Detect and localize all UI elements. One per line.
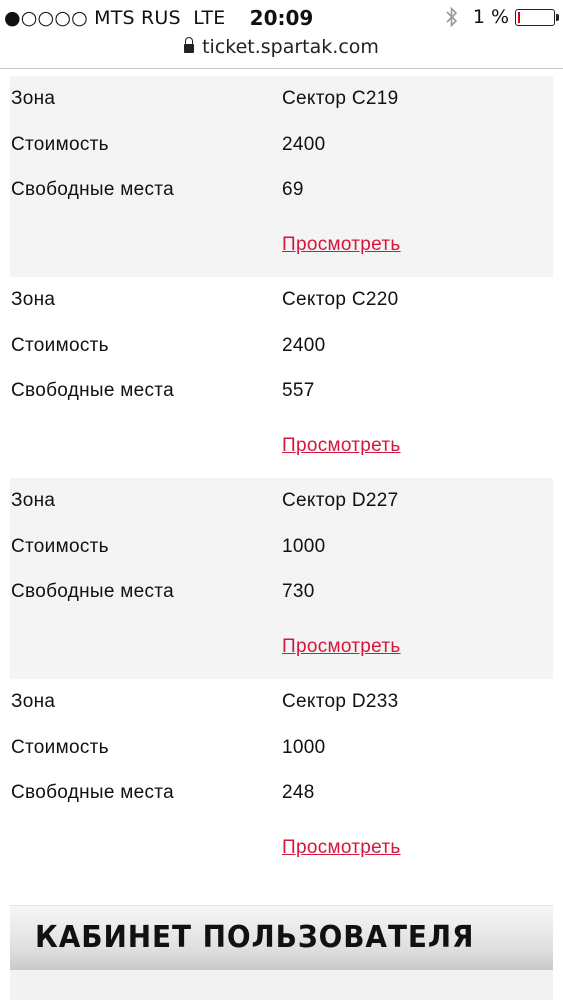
price-value: 1000 [282, 737, 326, 758]
price-value: 1000 [282, 536, 326, 557]
price-row: Стоимость 2400 [10, 335, 553, 365]
zone-label: Зона [11, 490, 56, 511]
user-cabinet-title: КАБИНЕТ ПОЛЬЗОВАТЕЛЯ [35, 920, 475, 955]
free-seats-value: 730 [282, 581, 315, 602]
sector-card: Зона Сектор D227 Стоимость 1000 Свободны… [10, 478, 553, 679]
zone-value: Сектор D227 [282, 490, 399, 511]
zone-row: Зона Сектор C219 [10, 88, 553, 118]
free-seats-row: Свободные места 248 [10, 782, 553, 812]
free-seats-row: Свободные места 69 [10, 179, 553, 209]
zone-label: Зона [11, 88, 56, 109]
view-link[interactable]: Просмотреть [282, 636, 401, 658]
price-value: 2400 [282, 335, 326, 356]
view-link[interactable]: Просмотреть [282, 435, 401, 457]
lock-icon [184, 37, 195, 54]
bluetooth-icon [446, 6, 457, 28]
battery-icon [515, 8, 559, 26]
price-label: Стоимость [11, 536, 109, 557]
free-seats-label: Свободные места [11, 179, 174, 200]
zone-row: Зона Сектор C220 [10, 289, 553, 319]
zone-row: Зона Сектор D227 [10, 490, 553, 520]
zone-label: Зона [11, 691, 56, 712]
free-seats-value: 69 [282, 179, 304, 200]
free-seats-row: Свободные места 557 [10, 380, 553, 410]
url-divider [0, 68, 563, 69]
view-link[interactable]: Просмотреть [282, 837, 401, 859]
free-seats-value: 248 [282, 782, 315, 803]
price-row: Стоимость 2400 [10, 134, 553, 164]
status-bar: ●○○○○ MTS RUS LTE 20:09 1 % [0, 0, 563, 38]
zone-value: Сектор C220 [282, 289, 399, 310]
price-row: Стоимость 1000 [10, 536, 553, 566]
url-text: ticket.spartak.com [202, 36, 379, 58]
free-seats-label: Свободные места [11, 380, 174, 401]
price-row: Стоимость 1000 [10, 737, 553, 767]
free-seats-label: Свободные места [11, 782, 174, 803]
status-right: 1 % [445, 6, 559, 28]
user-cabinet-header[interactable]: КАБИНЕТ ПОЛЬЗОВАТЕЛЯ [10, 905, 553, 970]
zone-value: Сектор D233 [282, 691, 399, 712]
url-bar[interactable]: ticket.spartak.com [0, 36, 563, 66]
price-label: Стоимость [11, 134, 109, 155]
sector-card: Зона Сектор C220 Стоимость 2400 Свободны… [10, 277, 553, 478]
user-cabinet-body [10, 970, 553, 1000]
zone-label: Зона [11, 289, 56, 310]
price-label: Стоимость [11, 737, 109, 758]
sector-list: Зона Сектор C219 Стоимость 2400 Свободны… [10, 76, 553, 880]
battery-level [518, 11, 520, 23]
sector-card: Зона Сектор C219 Стоимость 2400 Свободны… [10, 76, 553, 277]
sector-card: Зона Сектор D233 Стоимость 1000 Свободны… [10, 679, 553, 880]
battery-percent: 1 % [472, 6, 509, 28]
free-seats-row: Свободные места 730 [10, 581, 553, 611]
zone-row: Зона Сектор D233 [10, 691, 553, 721]
price-value: 2400 [282, 134, 326, 155]
zone-value: Сектор C219 [282, 88, 399, 109]
view-link[interactable]: Просмотреть [282, 234, 401, 256]
free-seats-value: 557 [282, 380, 315, 401]
free-seats-label: Свободные места [11, 581, 174, 602]
price-label: Стоимость [11, 335, 109, 356]
